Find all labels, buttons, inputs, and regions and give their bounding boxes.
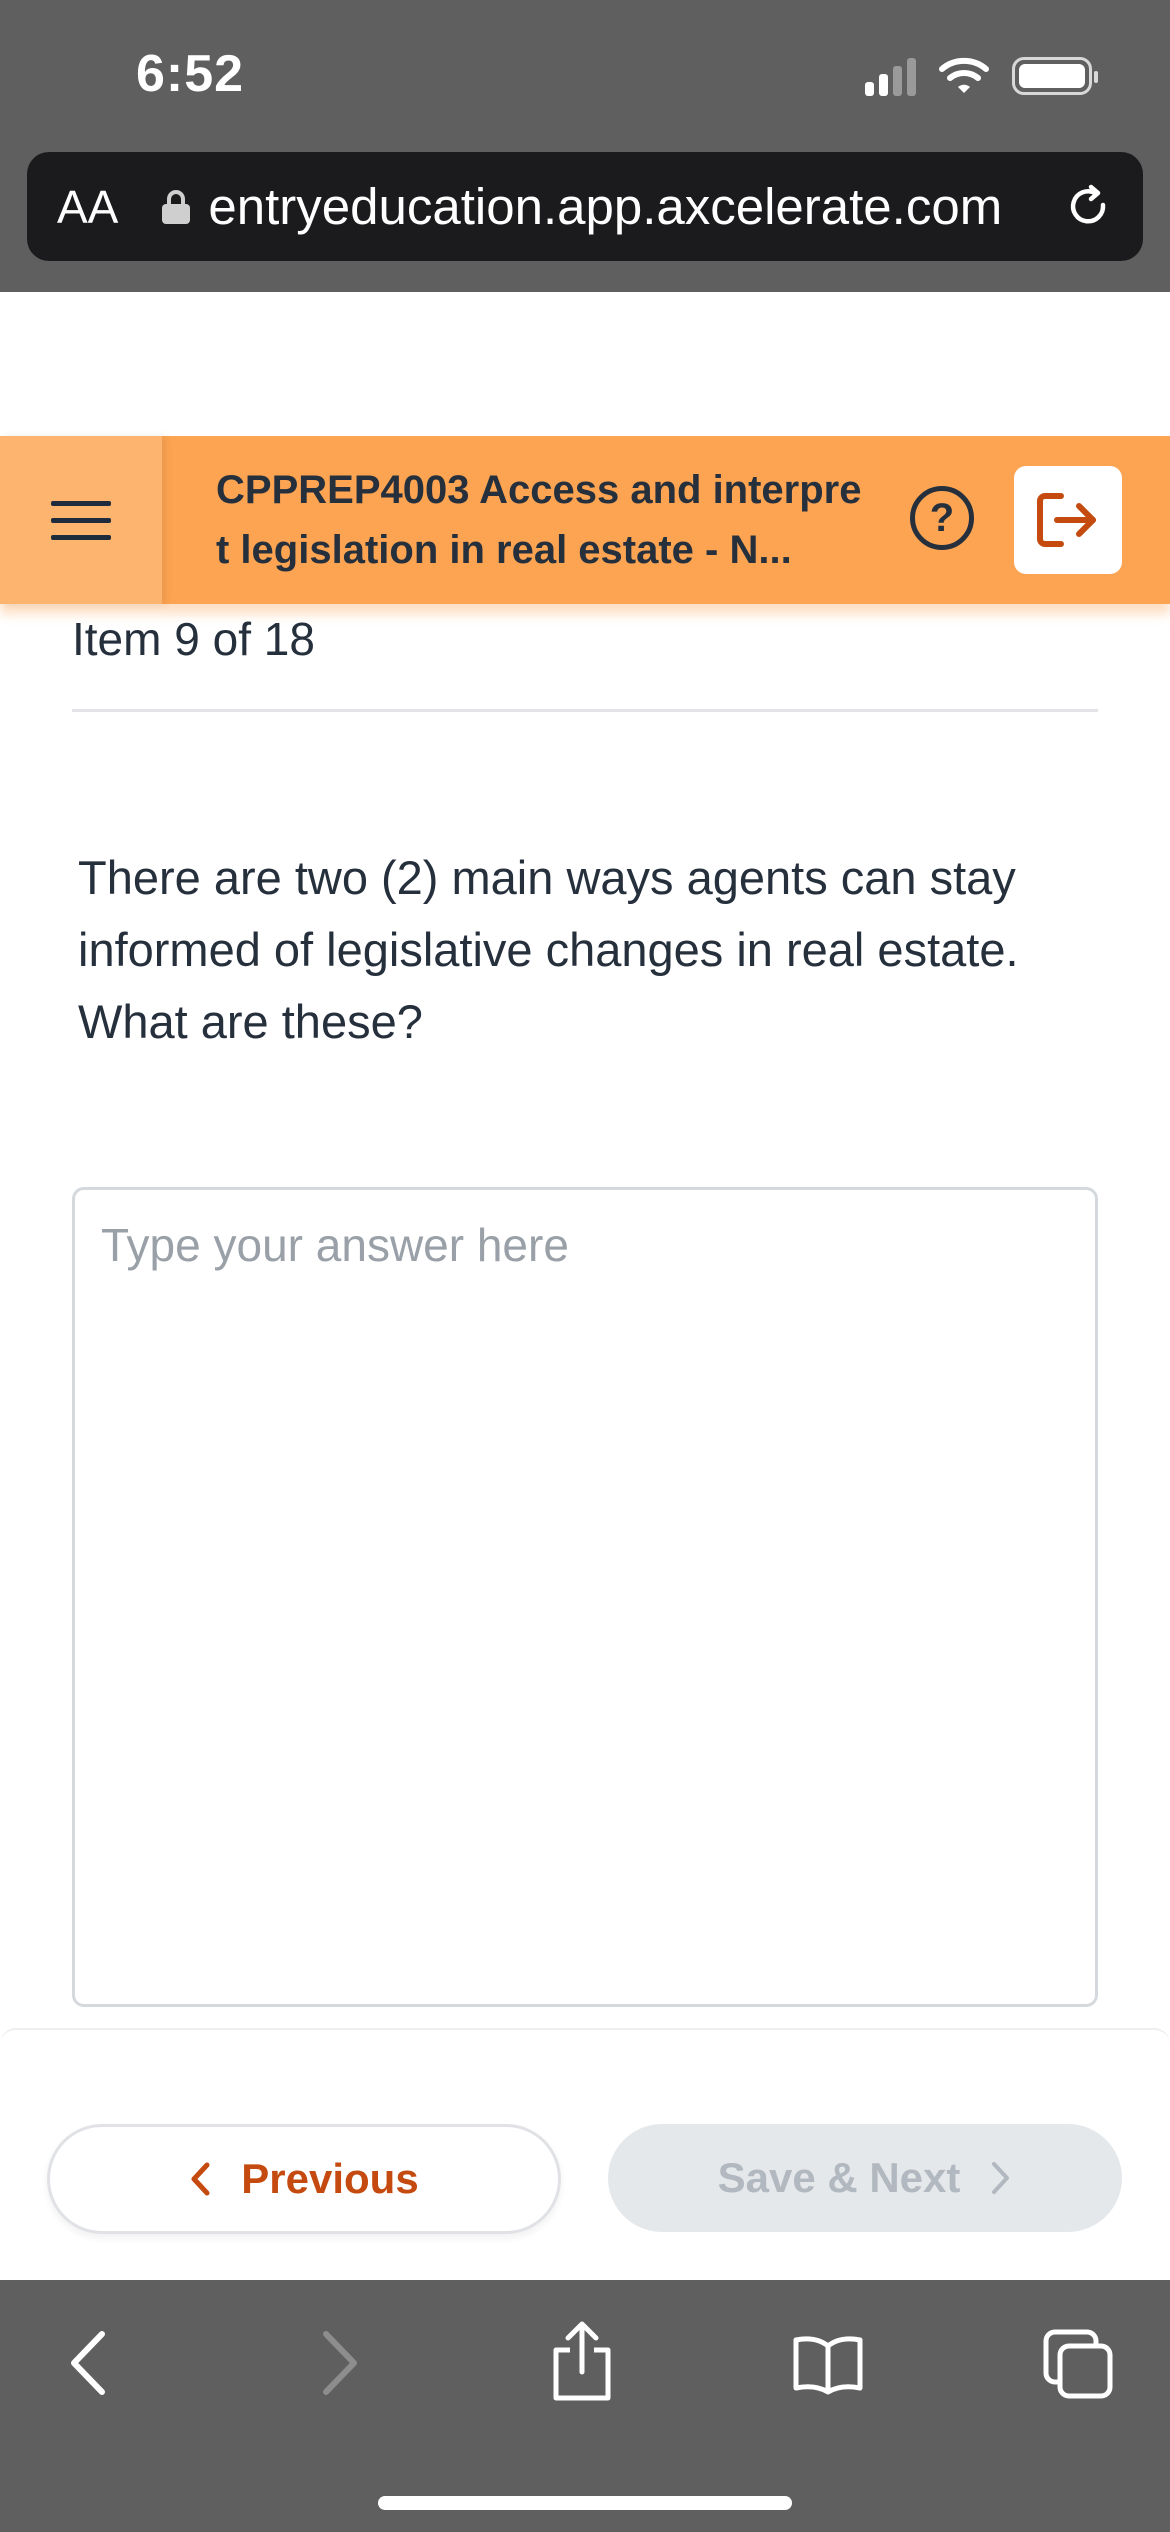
chevron-right-icon (992, 2162, 1010, 2194)
address-bar[interactable]: AA entryeducation.app.axcelerate.com (27, 152, 1143, 261)
forward-icon[interactable] (318, 2328, 362, 2398)
share-icon[interactable] (548, 2320, 616, 2404)
hamburger-icon (51, 500, 111, 540)
course-title: CPPREP4003 Access and interpret legislat… (216, 468, 862, 572)
battery-icon (1012, 57, 1098, 95)
lock-icon (162, 189, 191, 224)
status-time: 6:52 (136, 45, 245, 103)
chevron-left-icon (191, 2162, 210, 2196)
tabs-icon[interactable] (1042, 2328, 1114, 2400)
wifi-icon (939, 57, 989, 93)
text-size-button[interactable]: AA (57, 180, 118, 234)
url-text[interactable]: entryeducation.app.axcelerate.com (208, 177, 1002, 236)
item-counter: Item 9 of 18 (72, 613, 315, 665)
exit-button[interactable] (1014, 466, 1122, 574)
save-next-button[interactable]: Save & Next (608, 2124, 1122, 2232)
question-mark-icon: ? (929, 495, 955, 540)
back-icon[interactable] (66, 2328, 110, 2398)
bookmarks-icon[interactable] (790, 2332, 866, 2396)
safari-toolbar (0, 2280, 1170, 2532)
cellular-signal-icon (865, 56, 916, 96)
exit-icon (1037, 493, 1096, 547)
menu-button[interactable] (0, 436, 162, 604)
ios-top-chrome: 6:52 AA entryeducation.app.axcelerate.co… (0, 0, 1170, 292)
divider (72, 709, 1098, 712)
previous-label: Previous (241, 2155, 419, 2202)
course-header: CPPREP4003 Access and interpret legislat… (0, 436, 1170, 604)
reload-icon[interactable] (1065, 183, 1113, 231)
help-button[interactable]: ? (910, 486, 974, 550)
home-indicator (378, 2496, 792, 2510)
question-text: There are two (2) main ways agents can s… (78, 851, 1019, 1048)
answer-input[interactable] (72, 1187, 1098, 2007)
status-icons (865, 56, 1098, 96)
save-next-label: Save & Next (717, 2154, 961, 2201)
previous-button[interactable]: Previous (47, 2124, 561, 2234)
